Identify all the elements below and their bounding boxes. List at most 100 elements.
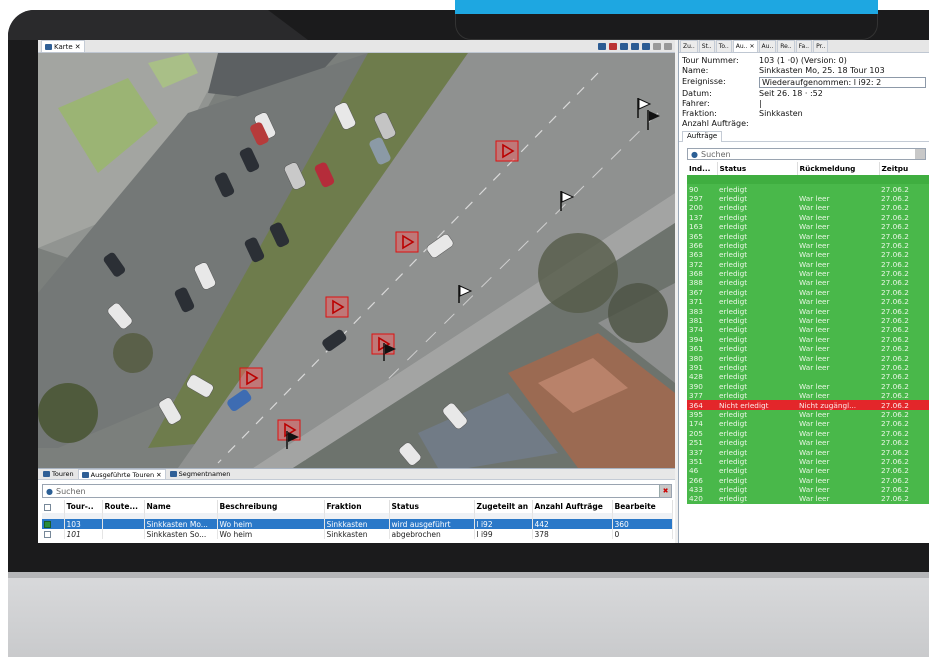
side-tab-3[interactable]: To..	[715, 40, 732, 52]
side-tab-8[interactable]: Pr..	[813, 40, 829, 52]
tour-search-field[interactable]: ● Suchen ✖	[42, 484, 672, 498]
order-row[interactable]: 366 erledigt War leer 27.06.2	[687, 240, 929, 251]
bottom-tabs: Touren Ausgeführte Touren ✕ Segmentnamen	[38, 469, 675, 480]
column-header-status[interactable]: Status	[389, 500, 475, 513]
order-row[interactable]: 374 erledigt War leer 27.06.2	[687, 325, 929, 335]
column-header-route[interactable]: Route...	[102, 500, 145, 513]
order-status-cell: erledigt	[717, 447, 797, 457]
order-row[interactable]: 420 erledigt War leer 27.06.2	[687, 494, 929, 504]
layers-icon[interactable]	[598, 42, 606, 50]
maximize-icon[interactable]	[664, 42, 672, 50]
zoom-out-icon[interactable]	[631, 42, 639, 50]
order-row[interactable]: 383 erledigt War leer 27.06.2	[687, 306, 929, 316]
order-row[interactable]: 297 erledigt War leer 27.06.2	[687, 193, 929, 204]
tab-ausgefuehrte-touren[interactable]: Ausgeführte Touren ✕	[77, 469, 166, 479]
order-row[interactable]: 368 erledigt War leer 27.06.2	[687, 268, 929, 279]
ereignisse-dropdown[interactable]: Wiederaufgenommen: l i92: 2	[759, 77, 926, 88]
close-icon[interactable]: ✕	[749, 43, 754, 50]
order-row[interactable]: 390 erledigt War leer 27.06.2	[687, 381, 929, 391]
clear-search-icon[interactable]: ✖	[659, 485, 671, 497]
flag-icon[interactable]	[609, 42, 617, 50]
order-row[interactable]: 200 erledigt War leer 27.06.2	[687, 203, 929, 213]
order-index-cell: 174	[687, 419, 717, 429]
column-header-bearbeitet[interactable]: Bearbeite	[612, 500, 673, 513]
side-tab-4[interactable]: Au.. ✕	[732, 40, 758, 52]
side-tab-7[interactable]: Fa..	[795, 40, 813, 52]
order-row[interactable]: 433 erledigt War leer 27.06.2	[687, 484, 929, 495]
order-index-cell: 383	[687, 306, 717, 316]
order-status-cell: erledigt	[717, 250, 797, 260]
order-row[interactable]: 351 erledigt War leer 27.06.2	[687, 456, 929, 467]
tab-touren[interactable]: Touren	[40, 469, 77, 479]
tab-ausgefuehrte-touren-label: Ausgeführte Touren	[90, 470, 155, 479]
order-row[interactable]: 391 erledigt War leer 27.06.2	[687, 362, 929, 373]
column-header-name[interactable]: Name	[144, 500, 218, 513]
column-header-anzahl[interactable]: Anzahl Aufträge	[532, 500, 613, 513]
order-feedback-cell: War leer	[797, 466, 879, 476]
tab-segmentnamen[interactable]: Segmentnamen	[167, 469, 234, 479]
side-tab-1[interactable]: Zu..	[680, 40, 698, 52]
side-tab-2[interactable]: St..	[698, 40, 715, 52]
column-header-select[interactable]	[42, 500, 65, 513]
row-checkbox[interactable]	[44, 531, 51, 538]
select-all-checkbox[interactable]	[44, 503, 51, 511]
order-row[interactable]: 381 erledigt War leer 27.06.2	[687, 315, 929, 326]
side-tab-5[interactable]: Au..	[758, 40, 777, 52]
order-row[interactable]: 371 erledigt War leer 27.06.2	[687, 297, 929, 307]
aerial-map[interactable]	[38, 53, 675, 468]
clear-search-icon[interactable]	[915, 149, 925, 159]
table-row[interactable]: 101 Sinkkasten So... Wo heim Sinkkasten …	[42, 529, 673, 539]
minimize-icon[interactable]	[653, 42, 661, 50]
order-row[interactable]: 363 erledigt War leer 27.06.2	[687, 250, 929, 260]
column-header-index[interactable]: Ind...	[687, 162, 718, 175]
order-row[interactable]: 364 Nicht erledigt Nicht zugängl... 27.06.2	[687, 400, 929, 410]
order-time-cell: 27.06.2	[879, 203, 929, 213]
order-row[interactable]	[687, 175, 929, 185]
order-row[interactable]: 90 erledigt 27.06.2	[687, 184, 929, 194]
column-header-zeitpunkt[interactable]: Zeitpu	[879, 162, 929, 175]
order-row[interactable]: 163 erledigt War leer 27.06.2	[687, 221, 929, 232]
side-tab-5-label: Au..	[761, 43, 774, 50]
order-row[interactable]: 337 erledigt War leer 27.06.2	[687, 447, 929, 457]
column-header-rueckmeldung[interactable]: Rückmeldung	[797, 162, 880, 175]
column-header-zugeteilt[interactable]: Zugeteilt an	[474, 500, 533, 513]
zoom-in-icon[interactable]	[620, 42, 628, 50]
order-row[interactable]: 372 erledigt War leer 27.06.2	[687, 259, 929, 269]
order-row[interactable]: 394 erledigt War leer 27.06.2	[687, 334, 929, 345]
order-row[interactable]: 428 erledigt 27.06.2	[687, 372, 929, 382]
order-row[interactable]: 388 erledigt War leer 27.06.2	[687, 278, 929, 288]
column-header-status[interactable]: Status	[717, 162, 798, 175]
tab-auftraege[interactable]: Aufträge	[682, 131, 723, 142]
route-cell	[102, 519, 145, 529]
order-time-cell: 27.06.2	[879, 259, 929, 269]
order-status-cell	[717, 175, 797, 185]
order-row[interactable]: 367 erledigt War leer 27.06.2	[687, 287, 929, 298]
order-row[interactable]: 174 erledigt War leer 27.06.2	[687, 419, 929, 429]
order-row[interactable]: 365 erledigt War leer 27.06.2	[687, 231, 929, 241]
column-header-fraktion[interactable]: Fraktion	[324, 500, 390, 513]
orders-search-field[interactable]: ● Suchen	[687, 148, 926, 160]
order-row[interactable]: 137 erledigt War leer 27.06.2	[687, 212, 929, 222]
order-row[interactable]: 361 erledigt War leer 27.06.2	[687, 344, 929, 354]
row-checkbox[interactable]	[44, 521, 51, 528]
tab-karte[interactable]: Karte ✕	[41, 40, 85, 52]
order-row[interactable]: 377 erledigt War leer 27.06.2	[687, 390, 929, 401]
column-header-beschreibung[interactable]: Beschreibung	[217, 500, 325, 513]
order-row[interactable]: 205 erledigt War leer 27.06.2	[687, 428, 929, 438]
order-row[interactable]: 46 erledigt War leer 27.06.2	[687, 466, 929, 476]
order-time-cell	[879, 175, 929, 185]
column-header-tour[interactable]: Tour-..	[64, 500, 103, 513]
app-screen: Karte ✕ Touren Ausgeführte Touren ✕ Segm…	[38, 40, 929, 543]
order-index-cell: 390	[687, 381, 717, 391]
order-feedback-cell: War leer	[797, 475, 879, 485]
side-tab-6[interactable]: Re..	[777, 40, 795, 52]
order-feedback-cell	[797, 184, 879, 194]
order-row[interactable]: 251 erledigt War leer 27.06.2	[687, 437, 929, 448]
order-row[interactable]: 266 erledigt War leer 27.06.2	[687, 475, 929, 485]
close-icon[interactable]: ✕	[156, 471, 161, 479]
order-row[interactable]: 380 erledigt War leer 27.06.2	[687, 353, 929, 363]
zoom-fit-icon[interactable]	[642, 42, 650, 50]
close-icon[interactable]: ✕	[75, 43, 81, 51]
order-row[interactable]: 395 erledigt War leer 27.06.2	[687, 409, 929, 420]
table-row[interactable]: 103 Sinkkasten Mo... Wo heim Sinkkasten …	[42, 519, 673, 529]
